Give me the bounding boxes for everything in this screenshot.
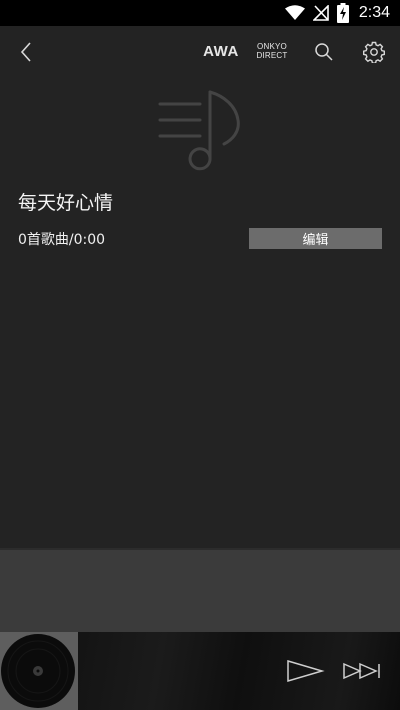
music-note-list-icon xyxy=(158,90,240,171)
play-button[interactable] xyxy=(284,656,326,686)
edit-button[interactable]: 编辑 xyxy=(249,228,382,249)
playlist-song-count: 0首歌曲/0:00 xyxy=(18,232,106,248)
app-bar: AWA ONKYO DIRECT xyxy=(0,26,400,76)
gear-icon xyxy=(363,41,385,63)
status-bar: 2:34 xyxy=(0,0,400,26)
back-button[interactable] xyxy=(8,34,44,70)
onkyo-label: ONKYO xyxy=(257,42,287,51)
search-button[interactable] xyxy=(306,34,342,70)
status-time: 2:34 xyxy=(358,4,390,21)
next-button[interactable] xyxy=(342,658,384,684)
onkyo-direct-button[interactable]: ONKYO DIRECT xyxy=(250,36,294,66)
battery-charging-icon xyxy=(336,3,349,23)
chevron-left-icon xyxy=(20,42,31,62)
awa-label: AWA xyxy=(203,42,239,60)
player-bar[interactable] xyxy=(0,632,400,710)
settings-button[interactable] xyxy=(356,34,392,70)
direct-label: DIRECT xyxy=(256,51,288,60)
no-signal-icon xyxy=(312,5,329,21)
play-icon xyxy=(287,659,325,683)
lower-panel xyxy=(0,548,400,632)
skip-next-icon xyxy=(343,662,380,680)
vinyl-record-icon xyxy=(1,634,75,708)
status-icons: 2:34 xyxy=(284,3,390,23)
awa-button[interactable]: AWA xyxy=(198,36,244,66)
album-thumbnail[interactable] xyxy=(0,632,78,710)
wifi-icon xyxy=(284,5,305,20)
app-screen: 2:34 AWA ONKYO DIRECT 每天好心情 0首歌曲/0:00 编辑 xyxy=(0,0,400,710)
playlist-title: 每天好心情 xyxy=(18,192,114,214)
search-icon xyxy=(315,43,333,61)
